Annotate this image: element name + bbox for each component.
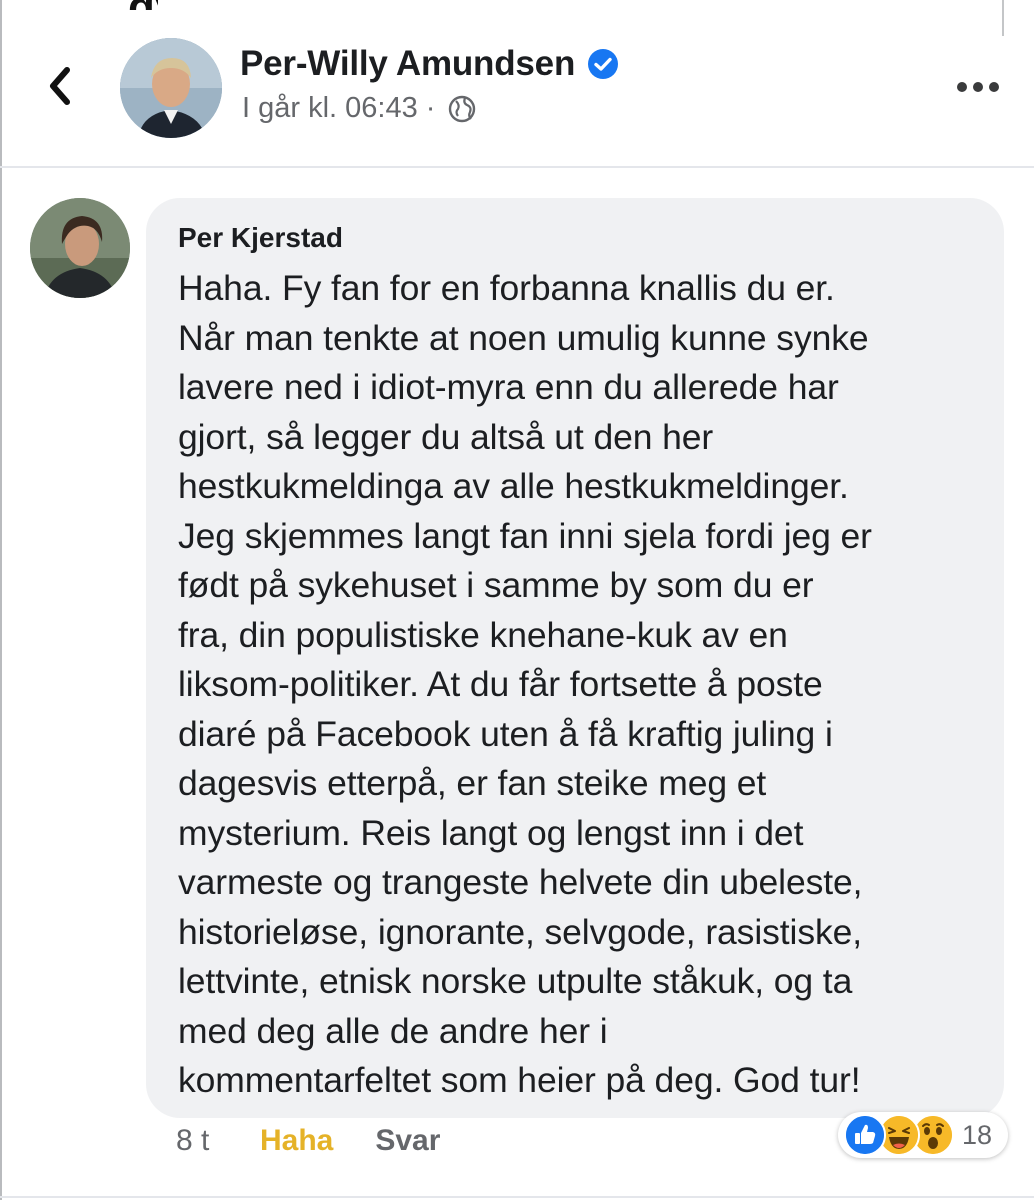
comment-line: Når man tenkte at noen umulig kunne synk…	[178, 317, 869, 358]
globe-icon	[449, 95, 476, 122]
comment-line: historieløse, ignorante, selvgode, rasis…	[178, 911, 863, 952]
comment-line: Haha. Fy fan for en forbanna knallis du …	[178, 268, 835, 308]
comment-actions: 8 t Haha Svar	[176, 1124, 440, 1158]
comment-line: med deg alle de andre her i	[178, 1010, 608, 1051]
comment-line: født på sykehuset i samme by som du er	[178, 565, 814, 605]
verified-badge-icon	[588, 49, 619, 79]
comment-line: hestkukmeldinga av alle hestkukmeldinger…	[178, 466, 849, 506]
comment-line: dagesvis etterpå, er fan steike meg et	[178, 763, 767, 803]
comment-line: lavere ned i idiot-myra enn du allerede …	[178, 367, 839, 407]
comment-time[interactable]: 8 t	[176, 1124, 222, 1158]
author-row: Per-Willy Amundsen	[240, 44, 619, 84]
comment-text: Haha. Fy fan for en forbanna knallis du …	[178, 264, 1000, 1106]
comment-line: mysterium. Reis langt og lengst inn i de…	[178, 812, 804, 853]
comment-line: diaré på Facebook uten å få kraftig juli…	[178, 713, 833, 754]
comment-line: lettvinte, etnisk norske utpulte ståkuk,…	[178, 961, 853, 1001]
author-avatar[interactable]	[120, 38, 222, 138]
more-options-button[interactable]	[948, 72, 1008, 102]
reaction-count: 18	[962, 1119, 993, 1150]
chevron-left-icon	[50, 67, 70, 105]
post-timestamp[interactable]: I går kl. 06:43 ·	[242, 92, 435, 125]
commenter-name[interactable]: Per Kjerstad	[178, 222, 343, 254]
post-header: Per-Willy Amundsen I går kl. 06:43 ·	[0, 0, 1034, 140]
comment-line: gjort, så legger du altså ut den her	[178, 416, 714, 457]
reply-button[interactable]: Svar	[375, 1124, 440, 1158]
commenter-avatar[interactable]	[30, 198, 130, 298]
like-icon	[844, 1114, 886, 1156]
post-meta: I går kl. 06:43 ·	[242, 92, 477, 125]
divider	[0, 1196, 1034, 1198]
comment-line: Jeg skjemmes langt fan inni sjela fordi …	[178, 515, 872, 556]
reactions-summary[interactable]: 18	[838, 1112, 1008, 1158]
divider	[0, 166, 1034, 168]
haha-reaction-button[interactable]: Haha	[260, 1124, 333, 1158]
comment-line: varmeste og trangeste helvete din ubeles…	[178, 862, 863, 902]
comment-line: liksom-politiker. At du får fortsette å …	[178, 664, 823, 704]
comment-bubble: Per Kjerstad Haha. Fy fan for en forbann…	[146, 198, 1004, 1118]
more-options-icon	[957, 82, 967, 92]
back-button[interactable]	[40, 62, 80, 110]
comment-line: fra, din populistiske knehane-kuk av en	[178, 614, 788, 655]
comment-line: kommentarfeltet som heier på deg. God tu…	[178, 1060, 861, 1100]
frame-border-left	[0, 0, 2, 1200]
author-name[interactable]: Per-Willy Amundsen	[240, 44, 575, 84]
